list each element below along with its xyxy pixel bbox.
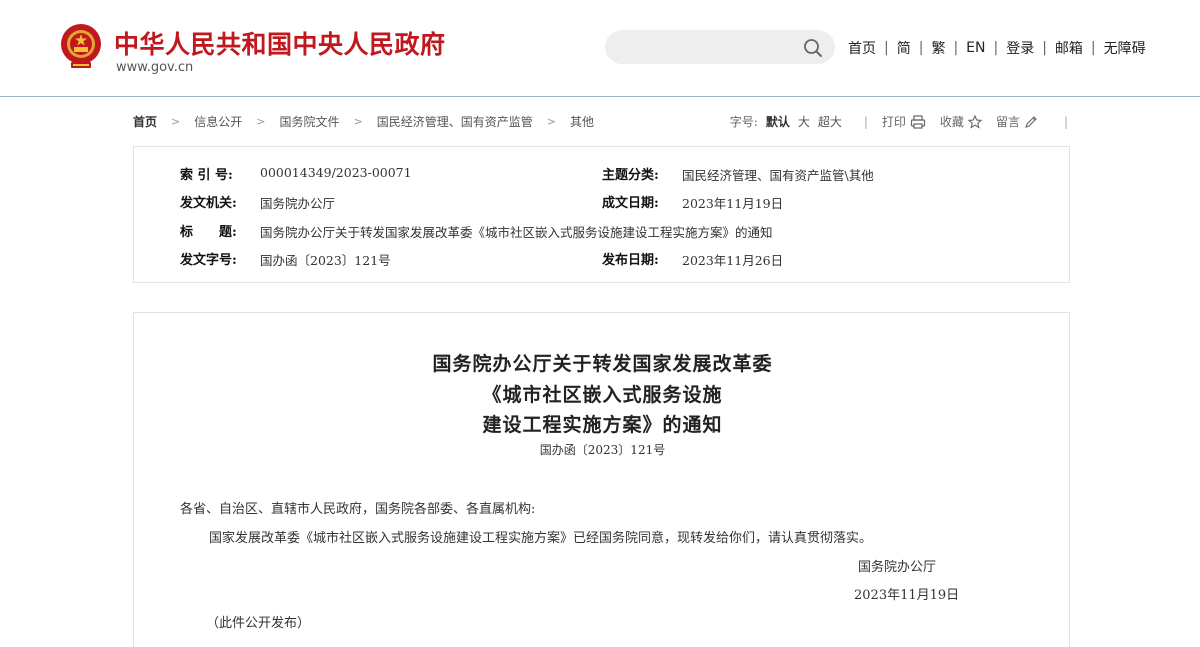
printer-icon xyxy=(910,114,926,129)
breadcrumb-economy-management[interactable]: 国民经济管理、国有资产监管 xyxy=(377,113,533,130)
nav-home[interactable]: 首页 xyxy=(848,38,876,58)
font-size-extra-large[interactable]: 超大 xyxy=(818,113,842,130)
article-title-line-2: 《城市社区嵌入式服务设施 xyxy=(482,384,723,406)
nav-mailbox[interactable]: 邮箱 xyxy=(1055,38,1083,58)
article-title-line-1: 国务院办公厅关于转发国家发展改革委 xyxy=(432,353,773,375)
chevron-right-icon: > xyxy=(171,115,181,128)
breadcrumb-home[interactable]: 首页 xyxy=(133,113,157,130)
document-number-value: 国办函〔2023〕121号 xyxy=(260,253,391,268)
chevron-right-icon: > xyxy=(256,115,266,128)
star-icon xyxy=(967,114,982,129)
nav-simplified[interactable]: 简 xyxy=(897,38,911,58)
index-number-label: 索 引 号: xyxy=(180,168,233,183)
tools-separator: | xyxy=(1063,114,1068,129)
font-size-default[interactable]: 默认 xyxy=(766,113,790,130)
nav-english[interactable]: EN xyxy=(966,40,985,56)
nav-traditional[interactable]: 繁 xyxy=(931,38,945,58)
pencil-icon xyxy=(1025,115,1037,128)
issuing-authority-label: 发文机关: xyxy=(180,196,237,211)
site-title[interactable]: 中华人民共和国中央人民政府 xyxy=(114,25,446,61)
publish-date-value: 2023年11月26日 xyxy=(682,253,784,268)
written-date-label: 成文日期: xyxy=(602,196,659,211)
article-publication-note: （此件公开发布） xyxy=(206,616,311,631)
breadcrumb-info-disclosure[interactable]: 信息公开 xyxy=(194,113,242,130)
article-salutation: 各省、自治区、直辖市人民政府，国务院各部委、各直属机构: xyxy=(180,502,536,517)
nav-login[interactable]: 登录 xyxy=(1006,38,1034,58)
breadcrumb: 首页 > 信息公开 > 国务院文件 > 国民经济管理、国有资产监管 > 其他 xyxy=(133,113,594,130)
document-metadata: 索 引 号: 000014349/2023-00071 主题分类: 国民经济管理… xyxy=(133,146,1070,283)
nav-separator: | xyxy=(884,40,889,56)
nav-separator: | xyxy=(1090,40,1096,56)
chevron-right-icon: > xyxy=(546,115,556,128)
article-content: 国务院办公厅关于转发国家发展改革委 《城市社区嵌入式服务设施 建设工程实施方案》… xyxy=(133,312,1070,647)
breadcrumb-state-council-docs[interactable]: 国务院文件 xyxy=(279,113,339,130)
nav-separator: | xyxy=(953,40,959,56)
font-size-label: 字号: xyxy=(729,115,758,129)
font-size-large[interactable]: 大 xyxy=(798,113,810,130)
search-input[interactable] xyxy=(605,30,835,64)
tools-separator: | xyxy=(863,114,868,129)
title-value: 国务院办公厅关于转发国家发展改革委《城市社区嵌入式服务设施建设工程实施方案》的通… xyxy=(260,225,773,240)
favorite-label: 收藏 xyxy=(939,115,964,129)
top-nav: 首页 | 简 | 繁 | EN | 登录 | 邮箱 | 无障碍 xyxy=(848,38,1146,58)
title-label: 标 题: xyxy=(180,225,237,240)
topic-category-value: 国民经济管理、国有资产监管\其他 xyxy=(682,168,874,183)
document-number-label: 发文字号: xyxy=(180,253,237,268)
site-header: 中华人民共和国中央人民政府 www.gov.cn 首页 | 简 | 繁 | EN… xyxy=(0,0,1200,97)
chevron-right-icon: > xyxy=(353,115,363,128)
nav-separator: | xyxy=(918,40,924,56)
search-icon[interactable] xyxy=(802,37,824,59)
national-emblem-icon[interactable] xyxy=(58,22,104,72)
site-url: www.gov.cn xyxy=(116,60,194,75)
comment-button[interactable]: 留言 xyxy=(996,113,1038,130)
breadcrumb-other[interactable]: 其他 xyxy=(570,113,594,130)
favorite-button[interactable]: 收藏 xyxy=(940,113,982,130)
publish-date-label: 发布日期: xyxy=(602,253,659,268)
written-date-value: 2023年11月19日 xyxy=(682,196,784,211)
nav-separator: | xyxy=(993,40,999,56)
print-button[interactable]: 打印 xyxy=(882,113,926,130)
article-title-line-3: 建设工程实施方案》的通知 xyxy=(482,414,723,436)
comment-label: 留言 xyxy=(995,115,1020,129)
index-number-value: 000014349/2023-00071 xyxy=(260,165,412,180)
issuing-authority-value: 国务院办公厅 xyxy=(260,196,336,211)
article-signature: 国务院办公厅 xyxy=(858,560,937,575)
breadcrumb-bar: 首页 > 信息公开 > 国务院文件 > 国民经济管理、国有资产监管 > 其他 字… xyxy=(133,113,1068,131)
nav-separator: | xyxy=(1042,40,1047,56)
article-date: 2023年11月19日 xyxy=(854,588,960,603)
article-paragraph: 国家发展改革委《城市社区嵌入式服务设施建设工程实施方案》已经国务院同意，现转发给… xyxy=(209,531,873,546)
article-tools: 字号: 默认 大 超大 | 打印 收藏 留言 | xyxy=(730,113,1068,130)
article-document-number: 国办函〔2023〕121号 xyxy=(539,443,666,457)
nav-accessibility[interactable]: 无障碍 xyxy=(1104,38,1146,58)
print-label: 打印 xyxy=(881,115,906,129)
topic-category-label: 主题分类: xyxy=(602,168,659,183)
